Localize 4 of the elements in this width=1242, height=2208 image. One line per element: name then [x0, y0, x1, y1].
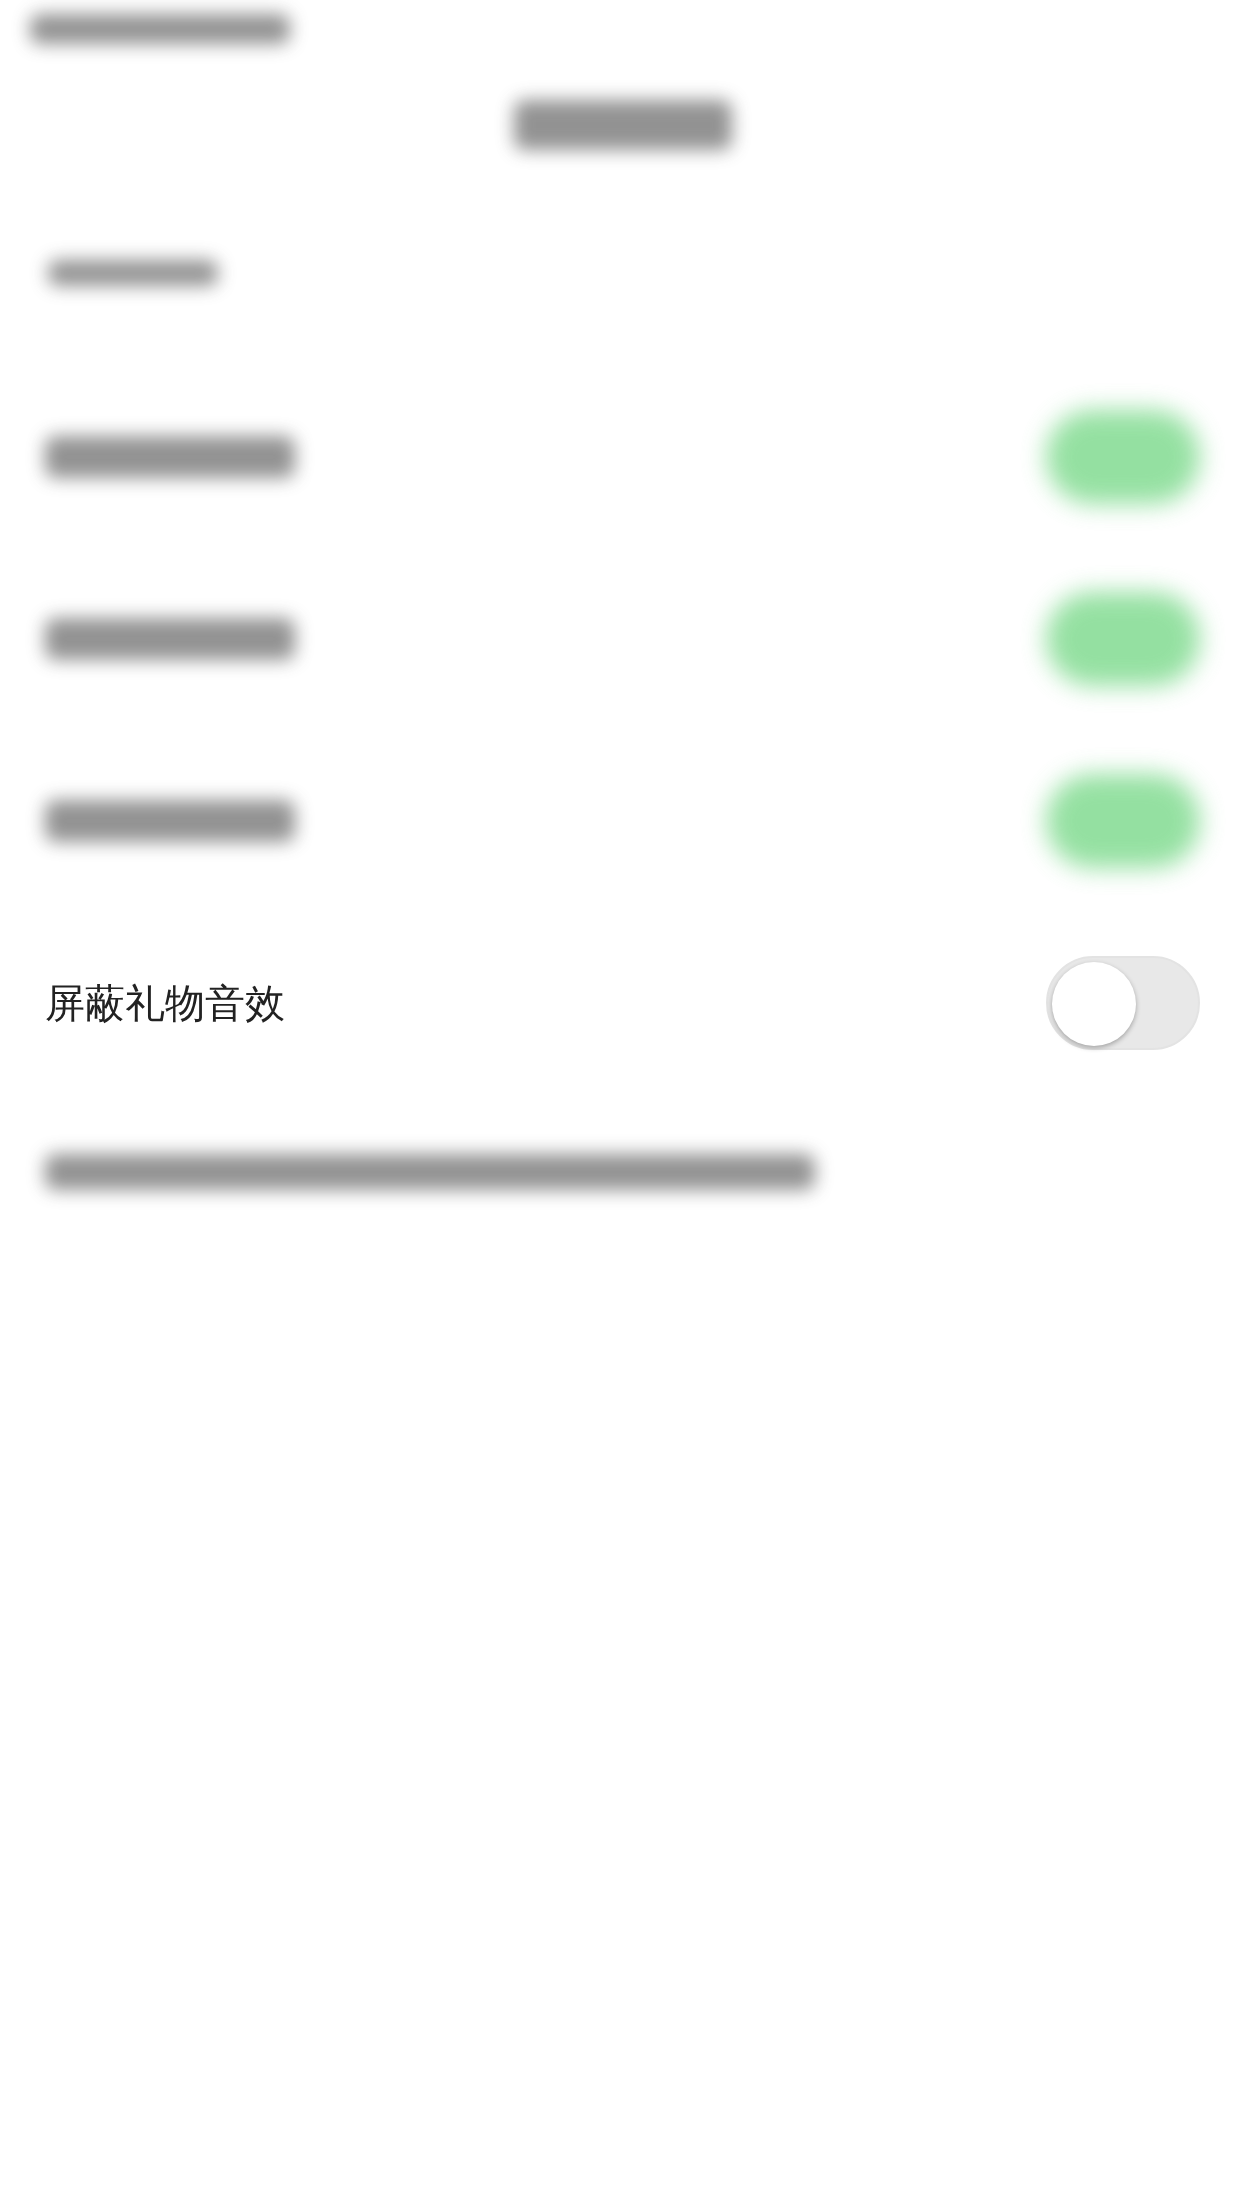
setting-label: 屏蔽礼物音效 [45, 979, 285, 1028]
blurred-toggle[interactable] [1046, 592, 1200, 686]
blurred-toggle[interactable] [1046, 410, 1200, 504]
blurred-toggle[interactable] [1046, 774, 1200, 868]
